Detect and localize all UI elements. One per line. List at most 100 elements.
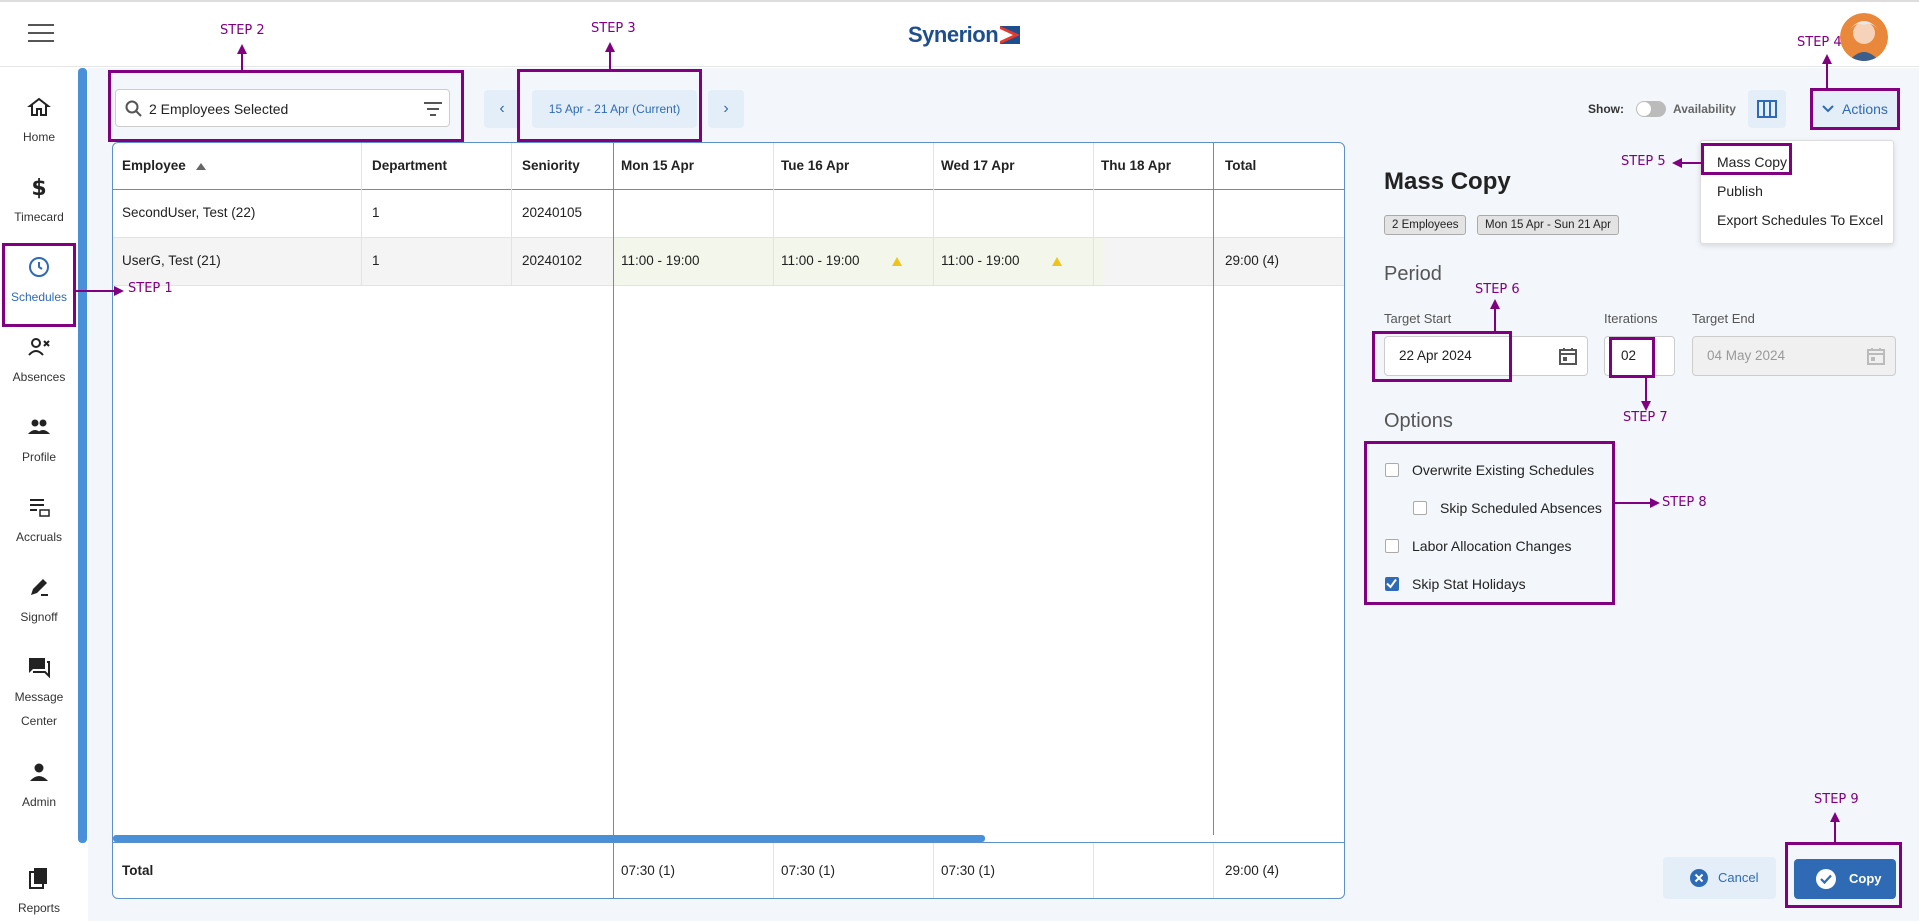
- calendar-icon[interactable]: [1559, 347, 1577, 365]
- target-end-value: 04 May 2024: [1707, 348, 1786, 363]
- checkbox[interactable]: [1385, 539, 1399, 553]
- sidebar-label-accruals: Accruals: [15, 530, 62, 544]
- copy-label: Copy: [1849, 871, 1882, 886]
- row1-employee[interactable]: SecondUser, Test (22): [122, 205, 255, 220]
- sidebar-item-timecard[interactable]: $ Timecard: [0, 175, 78, 229]
- iterations-field[interactable]: 02: [1604, 336, 1675, 376]
- sidebar-label-reports: Reports: [17, 901, 61, 915]
- brand-logo: Synerion: [908, 22, 1021, 48]
- chat-icon: [29, 658, 50, 679]
- row2-seniority: 20240102: [522, 253, 583, 268]
- row2-shift-mon[interactable]: 11:00 - 19:00: [621, 253, 700, 268]
- row2-shift-wed[interactable]: 11:00 - 19:00: [941, 253, 1020, 268]
- iterations-label: Iterations: [1604, 311, 1658, 326]
- cancel-icon: [1690, 869, 1708, 887]
- dollar-icon: $: [31, 176, 46, 199]
- column-header-tue[interactable]: Tue 16 Apr: [781, 158, 849, 173]
- sidebar-label-schedules: Schedules: [10, 290, 68, 304]
- sidebar-item-reports[interactable]: Reports: [0, 866, 78, 920]
- sort-asc-icon: [195, 163, 206, 170]
- col-divider: [361, 143, 362, 285]
- step4-arrowhead: [1822, 54, 1832, 64]
- sidebar-item-absences[interactable]: Absences: [0, 335, 78, 389]
- sidebar-label-signoff: Signoff: [20, 610, 58, 624]
- checkbox[interactable]: [1385, 463, 1399, 477]
- row2-total: 29:00 (4): [1225, 253, 1280, 268]
- horizontal-scrollbar[interactable]: [113, 835, 985, 842]
- actions-button[interactable]: Actions: [1812, 90, 1898, 128]
- sidebar-label-center: Center: [20, 714, 58, 728]
- column-header-wed[interactable]: Wed 17 Apr: [941, 158, 1015, 173]
- menu-item-publish[interactable]: Publish: [1717, 183, 1763, 199]
- checkbox-checked[interactable]: [1385, 577, 1399, 591]
- col-divider: [1213, 143, 1214, 835]
- menu-item-export-excel[interactable]: Export Schedules To Excel: [1717, 212, 1883, 228]
- step3-arrowhead: [605, 42, 615, 52]
- pen-icon: [31, 579, 48, 596]
- sidebar-label-absences: Absences: [12, 370, 66, 384]
- cancel-button[interactable]: Cancel: [1663, 857, 1776, 899]
- col-divider: [933, 143, 934, 285]
- column-view-button[interactable]: [1748, 90, 1786, 128]
- col-divider: [1213, 843, 1214, 898]
- check-icon: [1386, 578, 1397, 589]
- user-avatar[interactable]: [1840, 13, 1888, 61]
- column-header-department[interactable]: Department: [372, 158, 447, 173]
- step3-label: STEP 3: [591, 21, 636, 36]
- target-end-field: 04 May 2024: [1692, 336, 1896, 376]
- row-divider: [113, 285, 1344, 286]
- copy-button[interactable]: Copy: [1794, 859, 1896, 899]
- row2-shift-tue[interactable]: 11:00 - 19:00: [781, 253, 860, 268]
- col-divider: [1093, 143, 1094, 285]
- step5-arrow: [1681, 162, 1701, 164]
- step9-arrowhead: [1830, 812, 1840, 822]
- sidebar-item-signoff[interactable]: Signoff: [0, 575, 78, 629]
- step5-arrowhead: [1672, 158, 1682, 168]
- sidebar-item-admin[interactable]: Admin: [0, 760, 78, 814]
- sidebar-item-accruals[interactable]: Accruals: [0, 495, 78, 549]
- column-header-employee[interactable]: Employee: [122, 158, 206, 173]
- sidebar-item-profile[interactable]: Profile: [0, 415, 78, 469]
- prev-week-button[interactable]: ‹: [484, 90, 520, 128]
- row2-employee[interactable]: UserG, Test (21): [122, 253, 221, 268]
- sidebar-scrollbar[interactable]: [78, 68, 87, 843]
- date-range-button[interactable]: 15 Apr - 21 Apr (Current): [532, 90, 697, 128]
- warning-icon: [892, 257, 902, 266]
- step8-arrow: [1615, 502, 1651, 504]
- column-header-mon[interactable]: Mon 15 Apr: [621, 158, 694, 173]
- col-divider: [511, 143, 512, 285]
- column-header-thu[interactable]: Thu 18 Apr: [1101, 158, 1171, 173]
- step6-arrowhead: [1490, 299, 1500, 309]
- hamburger-menu-icon[interactable]: [28, 24, 54, 44]
- header-divider: [113, 189, 1344, 190]
- col-divider: [933, 843, 934, 898]
- footer-divider: [113, 842, 1344, 843]
- sidebar-item-home[interactable]: Home: [0, 95, 78, 149]
- column-header-seniority[interactable]: Seniority: [522, 158, 580, 173]
- sidebar-label-profile: Profile: [21, 450, 56, 464]
- step6-label: STEP 6: [1475, 282, 1520, 297]
- sidebar-label-admin: Admin: [21, 795, 56, 809]
- sidebar-label-timecard: Timecard: [14, 210, 64, 224]
- next-week-button[interactable]: ›: [708, 90, 744, 128]
- sidebar-item-schedules[interactable]: Schedules: [0, 255, 78, 309]
- actions-menu: Mass Copy Publish Export Schedules To Ex…: [1700, 140, 1894, 244]
- calendar-icon: [1867, 348, 1885, 365]
- svg-text:$: $: [31, 176, 46, 199]
- step1-arrow: [76, 290, 116, 292]
- employee-filter-value: 2 Employees Selected: [149, 101, 289, 117]
- employee-filter-input[interactable]: 2 Employees Selected: [115, 89, 450, 127]
- search-icon: [125, 100, 142, 117]
- home-icon: [27, 97, 51, 116]
- target-start-field[interactable]: 22 Apr 2024: [1384, 336, 1588, 376]
- availability-toggle[interactable]: [1636, 101, 1666, 117]
- sidebar-item-message-center[interactable]: Message Center: [0, 655, 78, 733]
- schedule-grid: Employee Department Seniority Mon 15 Apr…: [112, 142, 1345, 899]
- column-header-total[interactable]: Total: [1225, 158, 1256, 173]
- checkbox[interactable]: [1413, 501, 1427, 515]
- menu-item-mass-copy[interactable]: Mass Copy: [1717, 154, 1787, 170]
- footer-tue: 07:30 (1): [781, 863, 836, 878]
- filter-icon[interactable]: [424, 102, 442, 116]
- col-divider: [613, 143, 614, 898]
- person-icon: [30, 763, 48, 781]
